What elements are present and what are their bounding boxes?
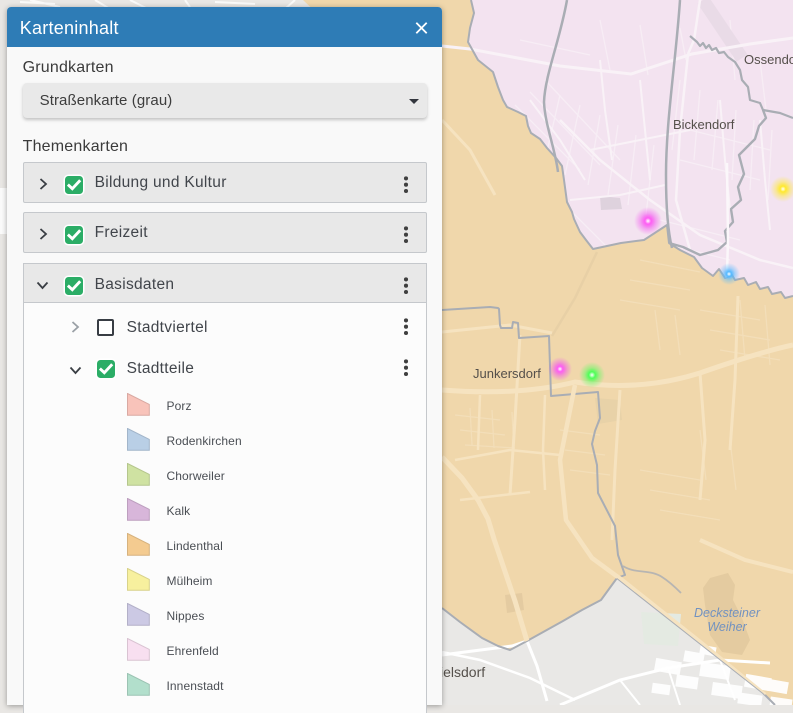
svg-text:Bickendorf: Bickendorf <box>673 117 735 132</box>
svg-text:ielsdorf: ielsdorf <box>440 664 485 680</box>
svg-text:Decksteiner: Decksteiner <box>694 606 761 620</box>
svg-text:Weiher: Weiher <box>707 620 747 634</box>
svg-text:Junkersdorf: Junkersdorf <box>473 366 541 381</box>
svg-text:Ossendorf: Ossendorf <box>744 52 793 67</box>
